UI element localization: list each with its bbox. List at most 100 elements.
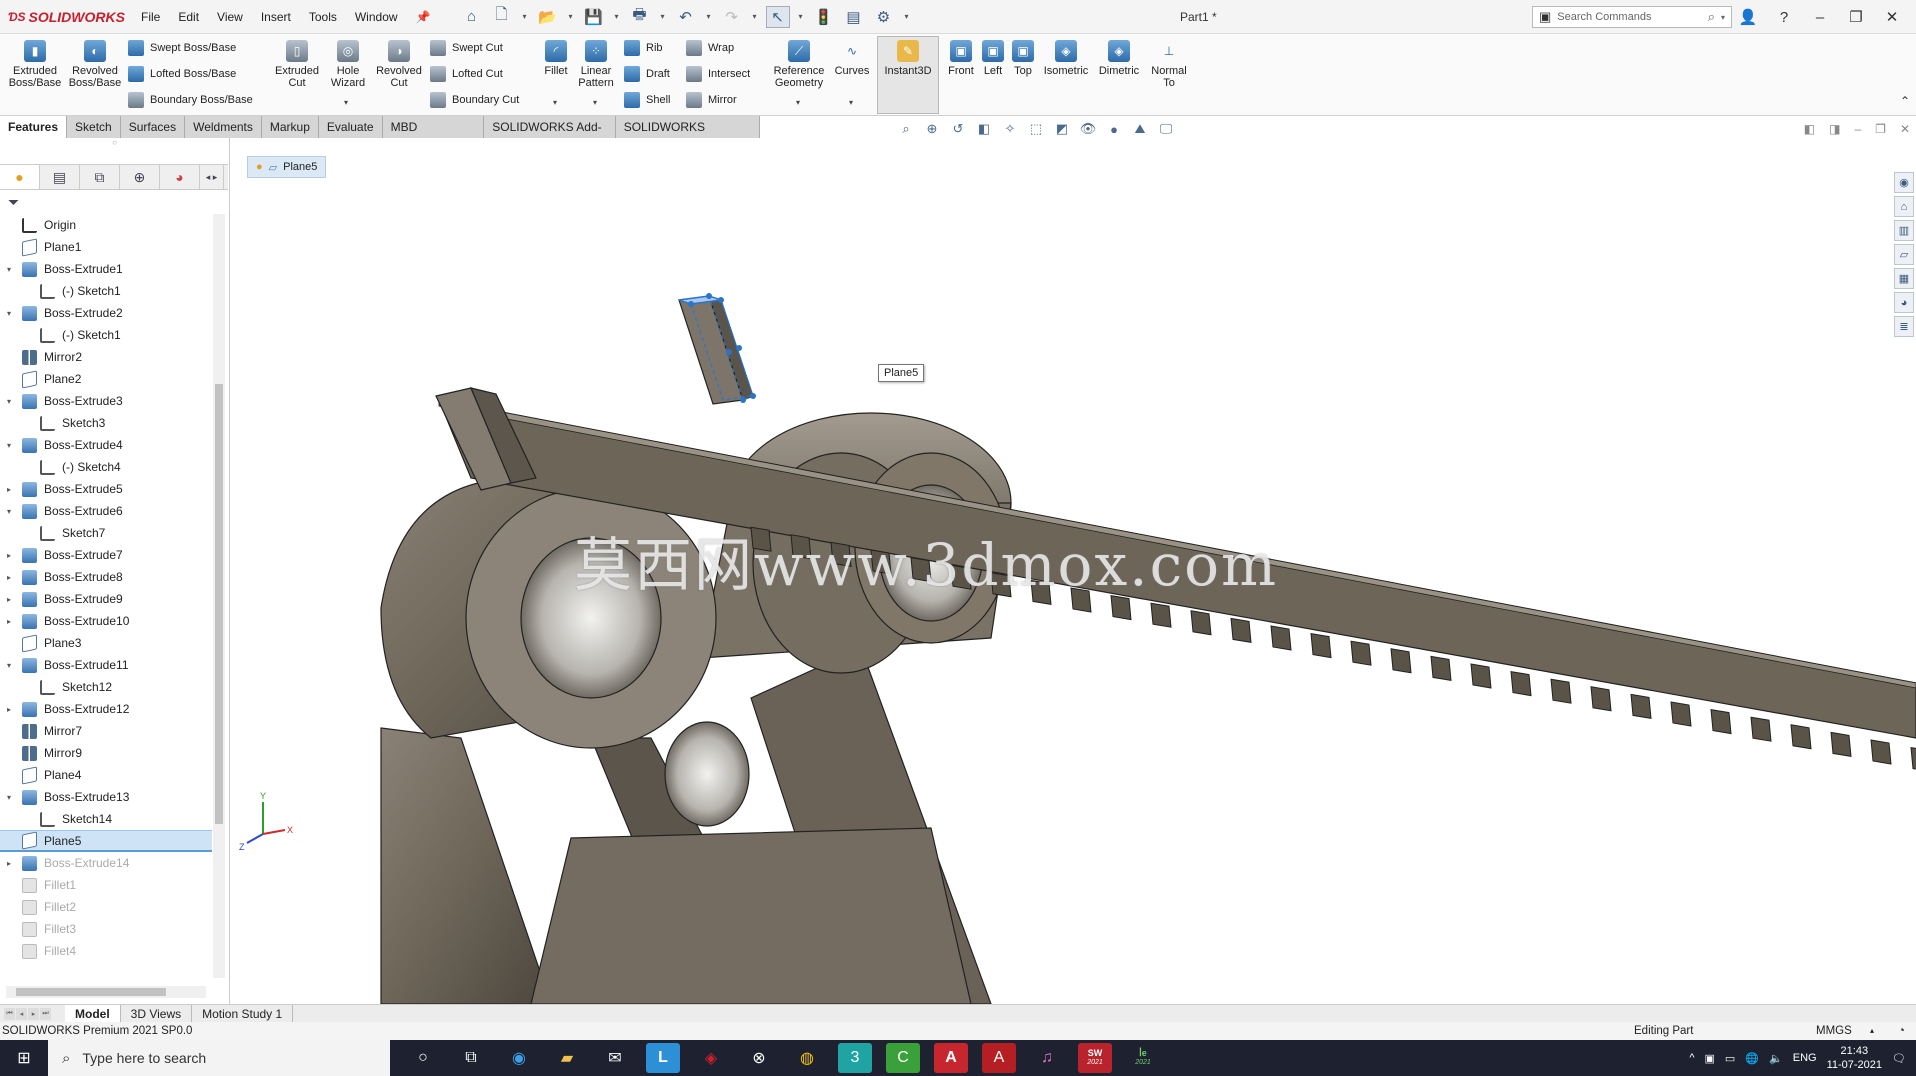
tree-node[interactable]: Fillet3 (0, 918, 212, 940)
displaymanager-tab-icon[interactable]: ◕ (160, 165, 200, 189)
tab-motion-study[interactable]: Motion Study 1 (192, 1004, 294, 1023)
zoom-to-fit-icon[interactable]: ⌕ (896, 120, 916, 138)
tree-node[interactable]: ▸ Boss-Extrude7 (0, 544, 212, 566)
select-icon[interactable]: ↖ (765, 5, 790, 28)
menu-file[interactable]: File (132, 10, 169, 24)
first-tab-icon[interactable]: ⏮ (4, 1007, 15, 1020)
save-dropdown-icon[interactable]: ▾ (612, 6, 622, 28)
tree-node[interactable]: Fillet2 (0, 896, 212, 918)
tree-node[interactable]: Origin (0, 214, 212, 236)
three-app-icon[interactable]: 3 (838, 1043, 872, 1073)
xbox-icon[interactable]: ⊗ (742, 1043, 776, 1073)
chrome-icon[interactable]: ◍ (790, 1043, 824, 1073)
notifications-icon[interactable]: 🗨 (1892, 1052, 1906, 1065)
hole-wizard-dropdown-icon[interactable]: ▾ (344, 98, 348, 107)
reference-geometry-button[interactable]: ⟋ Reference Geometry (770, 40, 828, 89)
tree-node[interactable]: ▾ Boss-Extrude1 (0, 258, 212, 280)
dimxpertmanager-tab-icon[interactable]: ⊕ (120, 165, 160, 189)
clock[interactable]: 21:43 11-07-2021 (1827, 1044, 1882, 1072)
left-view-button[interactable]: ▣ Left (978, 40, 1008, 77)
dynamic-annotation-icon[interactable]: ✧ (1000, 120, 1020, 138)
view-palette-icon[interactable]: ▱ (1894, 244, 1914, 265)
tree-node[interactable]: Plane4 (0, 764, 212, 786)
taskbar-search-input[interactable]: Type here to search (82, 1050, 206, 1066)
rebuild-icon[interactable]: 🚦 (812, 6, 836, 28)
tab-markup[interactable]: Markup (261, 116, 319, 138)
tab-features[interactable]: Features (0, 116, 68, 138)
menu-edit[interactable]: Edit (169, 10, 208, 24)
redo-dropdown-icon[interactable]: ▾ (750, 6, 760, 28)
tree-node[interactable]: Mirror2 (0, 346, 212, 368)
open-dropdown-icon[interactable]: ▾ (566, 6, 576, 28)
apply-scene-icon[interactable]: ⛰ (1130, 120, 1150, 138)
minimize-icon[interactable]: – (1806, 9, 1834, 26)
solidworks-taskbar-icon[interactable]: SW 2021 (1078, 1043, 1112, 1073)
search-commands-box[interactable]: ▣ Search Commands ⌕ ▾ (1532, 6, 1732, 28)
print-icon[interactable]: 🖶 (628, 6, 652, 28)
tree-node[interactable]: (-) Sketch1 (0, 280, 212, 302)
panel-grip[interactable]: ○ (0, 138, 229, 148)
close-icon[interactable]: ✕ (1878, 8, 1906, 26)
tree-node[interactable]: Sketch14 (0, 808, 212, 830)
open-icon[interactable]: 📂 (536, 6, 560, 28)
tab-weldments[interactable]: Weldments (185, 116, 262, 138)
swept-cut-button[interactable]: Swept Cut (430, 40, 503, 56)
front-view-button[interactable]: ▣ Front (944, 40, 978, 77)
lofted-cut-button[interactable]: Lofted Cut (430, 66, 503, 82)
mail-icon[interactable]: ✉ (598, 1043, 632, 1073)
ie-2021-taskbar-icon[interactable]: ꟾe 2021 (1126, 1043, 1160, 1073)
wrap-button[interactable]: Wrap (686, 40, 734, 56)
viewport-minimize-icon[interactable]: – (1854, 122, 1861, 136)
revolved-boss-button[interactable]: ◐ Revolved Boss/Base (66, 40, 124, 89)
appearances-scenes-icon[interactable]: ▦ (1894, 268, 1914, 289)
expand-toggle-icon[interactable]: ▾ (3, 661, 15, 670)
search-icon[interactable]: ⌕ (1708, 9, 1715, 25)
revolved-cut-button[interactable]: ◑ Revolved Cut (372, 40, 426, 89)
new-document-icon[interactable]: 🗋 (490, 6, 514, 28)
next-tab-icon[interactable]: ▸ (28, 1007, 39, 1020)
tree-node[interactable]: ▸ Boss-Extrude9 (0, 588, 212, 610)
viewport-tile-left-icon[interactable]: ◧ (1804, 122, 1815, 136)
task-view-icon[interactable]: ⧉ (454, 1043, 488, 1073)
curves-button[interactable]: ∿ Curves (830, 40, 874, 77)
tree-node[interactable]: ▾ Boss-Extrude3 (0, 390, 212, 412)
view-settings-icon[interactable]: 🖵 (1156, 120, 1176, 138)
tree-node[interactable]: Plane1 (0, 236, 212, 258)
language-indicator[interactable]: ENG (1793, 1052, 1817, 1064)
status-bar-toggle-icon[interactable]: ◔ (1898, 1022, 1905, 1040)
draft-button[interactable]: Draft (624, 66, 670, 82)
top-view-button[interactable]: ▣ Top (1008, 40, 1038, 77)
file-explorer-icon[interactable]: ▥ (1894, 220, 1914, 241)
battery-icon[interactable]: ▭ (1725, 1052, 1735, 1065)
extruded-boss-button[interactable]: ▮ Extruded Boss/Base (6, 40, 64, 89)
file-explorer-taskbar-icon[interactable]: ▰ (550, 1043, 584, 1073)
tab-evaluate[interactable]: Evaluate (318, 116, 383, 138)
expand-toggle-icon[interactable]: ▾ (3, 793, 15, 802)
mcafee-icon[interactable]: ◈ (694, 1043, 728, 1073)
tree-node[interactable]: ▾ Boss-Extrude11 (0, 654, 212, 676)
normal-to-button[interactable]: ⊥ Normal To (1148, 40, 1190, 89)
shell-button[interactable]: Shell (624, 92, 670, 108)
expand-toggle-icon[interactable]: ▾ (3, 441, 15, 450)
linear-pattern-dropdown-icon[interactable]: ▾ (593, 98, 597, 107)
isometric-view-button[interactable]: ◈ Isometric (1040, 40, 1092, 77)
featuremanager-tab-icon[interactable]: ● (0, 165, 40, 189)
tree-vertical-scrollbar[interactable] (213, 214, 225, 978)
redo-icon[interactable]: ↷ (720, 6, 744, 28)
tab-3d-views[interactable]: 3D Views (121, 1004, 193, 1023)
selection-breadcrumb[interactable]: ● ▱ Plane5 (247, 156, 327, 178)
viewport-tile-right-icon[interactable]: ◨ (1829, 122, 1840, 136)
instant3d-button[interactable]: ✎ Instant3D (878, 40, 938, 77)
last-tab-icon[interactable]: ⏭ (40, 1007, 51, 1020)
reference-geometry-dropdown-icon[interactable]: ▾ (796, 98, 800, 107)
extruded-cut-button[interactable]: ▯ Extruded Cut (268, 40, 326, 89)
tree-node[interactable]: ▾ Boss-Extrude6 (0, 500, 212, 522)
boundary-boss-button[interactable]: Boundary Boss/Base (128, 92, 253, 108)
tabs-scroll-icon[interactable]: ◂ ▸ (200, 165, 224, 189)
forum-icon[interactable]: ≣ (1894, 316, 1914, 337)
expand-toggle-icon[interactable]: ▾ (3, 309, 15, 318)
tree-horizontal-scrollbar[interactable] (6, 986, 206, 998)
tree-node[interactable]: Fillet1 (0, 874, 212, 896)
autocad-icon[interactable]: A (934, 1043, 968, 1073)
menu-view[interactable]: View (208, 10, 252, 24)
